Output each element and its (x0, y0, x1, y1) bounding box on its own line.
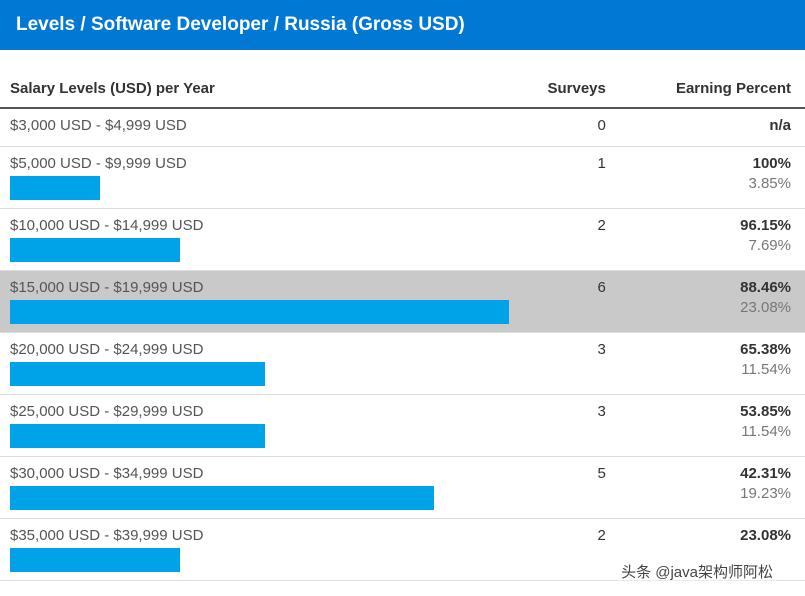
table-row: $10,000 USD - $14,999 USD 2 96.15% 7.69% (0, 209, 805, 271)
page-title: Levels / Software Developer / Russia (Gr… (0, 0, 805, 50)
bar-holder (10, 300, 509, 324)
cell-surveys: 3 (523, 333, 620, 395)
bar-holder (10, 548, 509, 572)
watermark-text: 头条 @java架构师阿松 (617, 559, 777, 584)
cell-surveys: 2 (523, 519, 620, 581)
percent-secondary: 7.69% (630, 237, 791, 254)
col-header-levels: Salary Levels (USD) per Year (0, 70, 523, 108)
table-row: $30,000 USD - $34,999 USD 5 42.31% 19.23… (0, 457, 805, 519)
table-row: $20,000 USD - $24,999 USD 3 65.38% 11.54… (0, 333, 805, 395)
bar-holder (10, 362, 509, 386)
bar-holder (10, 238, 509, 262)
percent-secondary: 11.54% (630, 361, 791, 378)
cell-percent: 96.15% 7.69% (620, 209, 805, 271)
bar-fill (10, 548, 180, 572)
percent-primary: n/a (630, 117, 791, 134)
percent-primary: 23.08% (630, 527, 791, 544)
range-label: $10,000 USD - $14,999 USD (10, 217, 509, 234)
table-header-row: Salary Levels (USD) per Year Surveys Ear… (0, 70, 805, 108)
range-label: $15,000 USD - $19,999 USD (10, 279, 509, 296)
bar-holder (10, 424, 509, 448)
cell-percent: 42.31% 19.23% (620, 457, 805, 519)
cell-levels: $25,000 USD - $29,999 USD (0, 395, 523, 457)
percent-primary: 88.46% (630, 279, 791, 296)
bar-fill (10, 362, 265, 386)
range-label: $25,000 USD - $29,999 USD (10, 403, 509, 420)
cell-surveys: 0 (523, 108, 620, 147)
percent-secondary: 19.23% (630, 485, 791, 502)
percent-primary: 65.38% (630, 341, 791, 358)
cell-percent: 65.38% 11.54% (620, 333, 805, 395)
bar-fill (10, 424, 265, 448)
range-label: $3,000 USD - $4,999 USD (10, 117, 509, 134)
cell-surveys: 1 (523, 147, 620, 209)
percent-secondary: 23.08% (630, 299, 791, 316)
cell-levels: $30,000 USD - $34,999 USD (0, 457, 523, 519)
cell-levels: $20,000 USD - $24,999 USD (0, 333, 523, 395)
range-label: $5,000 USD - $9,999 USD (10, 155, 509, 172)
cell-percent: 88.46% 23.08% (620, 271, 805, 333)
cell-surveys: 3 (523, 395, 620, 457)
percent-primary: 53.85% (630, 403, 791, 420)
col-header-percent: Earning Percent (620, 70, 805, 108)
col-header-surveys: Surveys (523, 70, 620, 108)
table-row: $3,000 USD - $4,999 USD 0 n/a (0, 108, 805, 147)
salary-table: Salary Levels (USD) per Year Surveys Ear… (0, 70, 805, 581)
cell-levels: $5,000 USD - $9,999 USD (0, 147, 523, 209)
cell-levels: $35,000 USD - $39,999 USD (0, 519, 523, 581)
cell-percent: 53.85% 11.54% (620, 395, 805, 457)
table-row: $25,000 USD - $29,999 USD 3 53.85% 11.54… (0, 395, 805, 457)
percent-primary: 96.15% (630, 217, 791, 234)
cell-surveys: 5 (523, 457, 620, 519)
cell-percent: n/a (620, 108, 805, 147)
cell-surveys: 2 (523, 209, 620, 271)
table-row: $5,000 USD - $9,999 USD 1 100% 3.85% (0, 147, 805, 209)
percent-primary: 100% (630, 155, 791, 172)
bar-holder (10, 176, 509, 200)
cell-surveys: 6 (523, 271, 620, 333)
percent-secondary: 3.85% (630, 175, 791, 192)
table-row: $15,000 USD - $19,999 USD 6 88.46% 23.08… (0, 271, 805, 333)
cell-levels: $3,000 USD - $4,999 USD (0, 108, 523, 147)
percent-primary: 42.31% (630, 465, 791, 482)
bar-fill (10, 176, 100, 200)
range-label: $35,000 USD - $39,999 USD (10, 527, 509, 544)
bar-fill (10, 486, 434, 510)
percent-secondary: 11.54% (630, 423, 791, 440)
cell-percent: 100% 3.85% (620, 147, 805, 209)
cell-levels: $15,000 USD - $19,999 USD (0, 271, 523, 333)
range-label: $30,000 USD - $34,999 USD (10, 465, 509, 482)
bar-fill (10, 238, 180, 262)
range-label: $20,000 USD - $24,999 USD (10, 341, 509, 358)
bar-holder (10, 486, 509, 510)
cell-levels: $10,000 USD - $14,999 USD (0, 209, 523, 271)
bar-fill (10, 300, 509, 324)
